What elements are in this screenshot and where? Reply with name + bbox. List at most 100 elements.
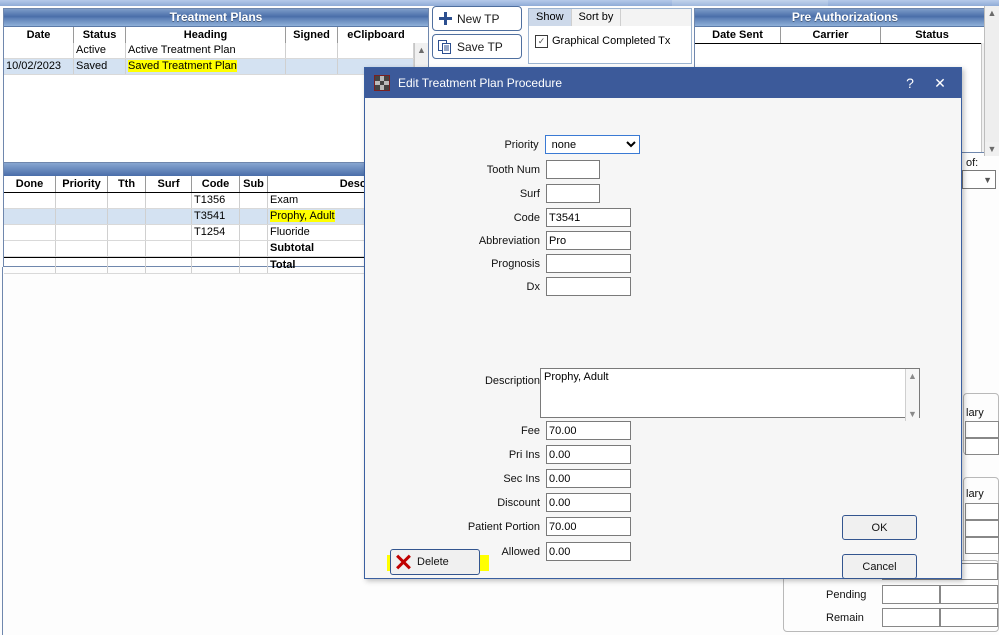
cell-sub — [240, 258, 268, 273]
graphical-completed-tx-checkbox[interactable]: ✓ — [535, 34, 548, 48]
delete-x-icon — [395, 554, 411, 570]
tooth-num-input[interactable] — [546, 160, 600, 179]
table-row[interactable]: Total — [4, 257, 368, 274]
save-tp-button[interactable]: Save TP — [432, 34, 522, 59]
procedures-list[interactable]: T1356 Exam T3541 Prophy, Adult T1254 Flu… — [4, 193, 368, 274]
primary-field-2a[interactable] — [965, 503, 999, 520]
cell-surf — [146, 193, 192, 208]
remain-field-a[interactable] — [882, 608, 940, 627]
patient-portion-input[interactable] — [546, 517, 631, 536]
fee-input[interactable] — [546, 421, 631, 440]
cell-signed — [286, 43, 338, 58]
application-icon — [374, 75, 390, 91]
label-abbreviation: Abbreviation — [478, 234, 540, 247]
cell-code: T1356 — [192, 193, 240, 208]
cell-sub — [240, 209, 268, 224]
cell-date — [4, 43, 74, 58]
cell-status: Active — [74, 43, 126, 58]
scroll-down-icon[interactable]: ▼ — [908, 409, 917, 419]
description-textarea[interactable] — [541, 369, 906, 417]
primary-label-1: lary — [966, 407, 984, 419]
abbreviation-input[interactable] — [546, 231, 631, 250]
code-input[interactable] — [546, 208, 631, 227]
column-header-sub: Sub — [240, 176, 268, 192]
copy-icon-svg — [437, 39, 451, 54]
scroll-up-icon[interactable]: ▲ — [908, 371, 917, 381]
cell-tth — [108, 225, 146, 240]
application-window: Treatment Plans Date Status Heading Sign… — [0, 0, 999, 635]
label-pri-ins: Pri Ins — [508, 448, 540, 461]
primary-label-2: lary — [966, 488, 984, 500]
table-row[interactable]: Subtotal — [4, 241, 368, 257]
column-header-desc: Desc — [339, 178, 366, 190]
cell-priority — [56, 209, 108, 224]
primary-field-1b[interactable] — [965, 438, 999, 455]
scroll-up-icon[interactable]: ▲ — [985, 6, 999, 20]
primary-field-1a[interactable] — [965, 421, 999, 438]
label-prognosis: Prognosis — [491, 257, 540, 270]
priority-select[interactable]: none — [544, 135, 640, 154]
table-row[interactable]: T3541 Prophy, Adult — [4, 209, 368, 225]
surf-input[interactable] — [546, 184, 600, 203]
delete-button[interactable]: Delete — [390, 549, 480, 575]
dx-input[interactable] — [546, 277, 631, 296]
highlighted-text: Saved Treatment Plan — [128, 60, 237, 72]
cell-tth — [108, 241, 146, 256]
cell-priority — [56, 225, 108, 240]
column-header-done: Done — [4, 176, 56, 192]
of-label: of: — [966, 157, 979, 169]
scroll-down-icon[interactable]: ▼ — [985, 142, 999, 156]
table-row[interactable]: Active Active Treatment Plan — [4, 43, 415, 59]
allowed-input[interactable] — [546, 542, 631, 561]
primary-field-2c[interactable] — [965, 537, 999, 554]
label-code: Code — [513, 211, 540, 224]
cell-surf — [146, 258, 192, 273]
primary-field-2b[interactable] — [965, 520, 999, 537]
remain-field-b[interactable] — [940, 608, 998, 627]
cell-desc: Exam — [268, 193, 368, 208]
cell-sub — [240, 241, 268, 256]
table-row[interactable]: T1254 Fluoride — [4, 225, 368, 241]
cell-sub — [240, 193, 268, 208]
sec-ins-input[interactable] — [546, 469, 631, 488]
cell-subtotal-label: Subtotal — [268, 241, 368, 256]
dialog-title-bar: Edit Treatment Plan Procedure ? ✕ — [365, 68, 961, 98]
column-header-priority: Priority — [56, 176, 108, 192]
delete-button-label: Delete — [417, 556, 449, 568]
highlighted-text: Prophy, Adult — [270, 210, 335, 222]
plus-icon — [433, 12, 457, 25]
procedures-column-headers: Done Priority Tth Surf Code Sub Desc — [4, 176, 368, 193]
pending-field-b[interactable] — [940, 585, 998, 604]
ok-button[interactable]: OK — [842, 515, 917, 540]
cell-done — [4, 241, 56, 256]
description-scrollbar[interactable]: ▲ ▼ — [905, 369, 919, 421]
right-dropdown[interactable]: ▼ — [962, 170, 996, 189]
pending-field-a[interactable] — [882, 585, 940, 604]
tab-show[interactable]: Show — [529, 9, 572, 26]
close-button[interactable]: ✕ — [925, 68, 955, 98]
pri-ins-input[interactable] — [546, 445, 631, 464]
column-header-date-sent: Date Sent — [695, 27, 781, 43]
save-tp-label: Save TP — [457, 39, 503, 54]
cancel-button[interactable]: Cancel — [842, 554, 917, 579]
cell-tth — [108, 209, 146, 224]
label-surf: Surf — [519, 187, 540, 200]
discount-input[interactable] — [546, 493, 631, 512]
main-form-scrollbar[interactable]: ▲ ▼ — [984, 6, 999, 156]
prognosis-input[interactable] — [546, 254, 631, 273]
cell-code: T1254 — [192, 225, 240, 240]
cell-priority — [56, 241, 108, 256]
cell-done — [4, 193, 56, 208]
scroll-up-icon[interactable]: ▲ — [415, 43, 428, 56]
tab-sort-by[interactable]: Sort by — [571, 9, 622, 26]
graphical-completed-tx-row[interactable]: ✓ Graphical Completed Tx — [529, 26, 691, 51]
cell-done — [4, 225, 56, 240]
cell-status: Saved — [74, 59, 126, 74]
label-dx: Dx — [526, 280, 540, 293]
new-tp-button[interactable]: New TP — [432, 6, 522, 31]
dialog-body: Priority none Tooth Num Surf Code T3541 … — [365, 98, 961, 579]
table-row[interactable]: T1356 Exam — [4, 193, 368, 209]
treatment-plans-list[interactable]: Active Active Treatment Plan 10/02/2023 … — [4, 43, 415, 167]
table-row[interactable]: 10/02/2023 Saved Saved Treatment Plan — [4, 59, 415, 75]
help-button[interactable]: ? — [895, 68, 925, 98]
